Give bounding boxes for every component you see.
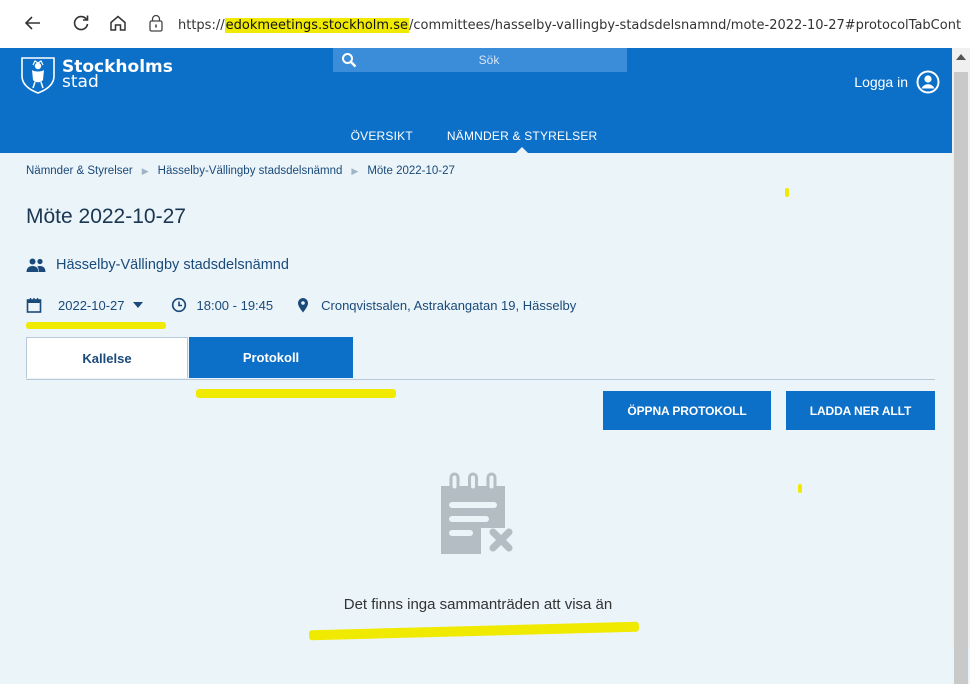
open-protocol-button[interactable]: ÖPPNA PROTOKOLL — [603, 391, 771, 430]
user-icon — [916, 70, 940, 94]
tab-kallelse[interactable]: Kallelse — [26, 337, 188, 378]
breadcrumb-item-namnder[interactable]: Nämnder & Styrelser — [26, 165, 133, 177]
tab-protokoll[interactable]: Protokoll — [189, 337, 353, 378]
meeting-tabs: Kallelse Protokoll — [26, 337, 935, 380]
nav-namnder-styrelser[interactable]: NÄMNDER & STYRELSER — [447, 129, 598, 154]
scroll-up-icon[interactable] — [956, 54, 966, 60]
date-value: 2022-10-27 — [58, 297, 125, 313]
page-title: Möte 2022-10-27 — [26, 205, 186, 228]
highlight-mark — [798, 484, 802, 493]
breadcrumb-item-committee[interactable]: Hässelby-Vällingby stadsdelsnämnd — [158, 165, 343, 177]
logo-line-2: stad — [62, 72, 99, 92]
empty-state-message: Det finns inga sammanträden att visa än — [343, 596, 613, 613]
login-link[interactable]: Logga in — [854, 70, 940, 94]
login-label: Logga in — [854, 74, 908, 90]
breadcrumb-separator-icon: ▶ — [351, 165, 359, 176]
search-icon[interactable] — [341, 52, 357, 68]
location-pin-icon — [298, 298, 309, 313]
people-icon — [26, 258, 46, 272]
nav-oversikt[interactable]: ÖVERSIKT — [351, 129, 413, 143]
chevron-down-icon — [132, 302, 143, 308]
highlight-mark — [785, 188, 789, 197]
clock-icon — [171, 297, 186, 313]
stockholm-logo[interactable]: Stockholms stad — [20, 56, 173, 94]
highlight-mark — [196, 389, 396, 398]
time-value: 18:00 - 19:45 — [196, 297, 274, 313]
meeting-meta: 2022-10-27 18:00 - 19:45 Cronqvistsalen,… — [26, 297, 576, 313]
home-icon[interactable] — [107, 12, 129, 34]
page-scrollbar[interactable] — [952, 48, 970, 684]
stockholm-shield-icon — [21, 57, 55, 94]
lock-icon[interactable] — [148, 14, 164, 32]
url-host: edokmeetings.stockholm.se — [224, 17, 409, 33]
meeting-location: Cronqvistsalen, Astrakangatan 19, Hässel… — [295, 297, 576, 313]
url-scheme: https:// — [178, 17, 225, 33]
address-bar[interactable]: https://edokmeetings.stockholm.se/commit… — [178, 14, 970, 36]
highlight-mark — [308, 621, 640, 641]
breadcrumb: Nämnder & Styrelser ▶ Hässelby-Vällingby… — [26, 165, 455, 177]
reload-icon[interactable] — [70, 12, 92, 34]
main-navigation: ÖVERSIKT NÄMNDER & STYRELSER — [0, 119, 950, 154]
breadcrumb-separator-icon: ▶ — [141, 165, 149, 176]
url-path: /committees/hasselby-vallingby-stadsdels… — [408, 17, 962, 33]
search-input[interactable] — [367, 52, 611, 68]
committee-name: Hässelby-Vällingby stadsdelsnämnd — [56, 257, 289, 273]
logo-text: Stockholms stad — [62, 59, 173, 92]
download-all-button[interactable]: LADDA NER ALLT — [786, 391, 935, 430]
committee-link[interactable]: Hässelby-Vällingby stadsdelsnämnd — [26, 257, 289, 273]
meeting-time: 18:00 - 19:45 — [171, 297, 274, 313]
breadcrumb-item-current: Möte 2022-10-27 — [367, 165, 455, 177]
back-icon[interactable] — [22, 12, 44, 34]
empty-document-icon — [441, 472, 513, 554]
scroll-thumb[interactable] — [954, 72, 968, 684]
search-box[interactable] — [333, 48, 627, 72]
browser-toolbar: https://edokmeetings.stockholm.se/commit… — [0, 0, 970, 48]
date-selector[interactable]: 2022-10-27 — [26, 297, 143, 313]
location-value: Cronqvistsalen, Astrakangatan 19, Hässel… — [321, 297, 577, 313]
calendar-icon — [26, 298, 42, 313]
highlight-mark — [26, 322, 166, 329]
